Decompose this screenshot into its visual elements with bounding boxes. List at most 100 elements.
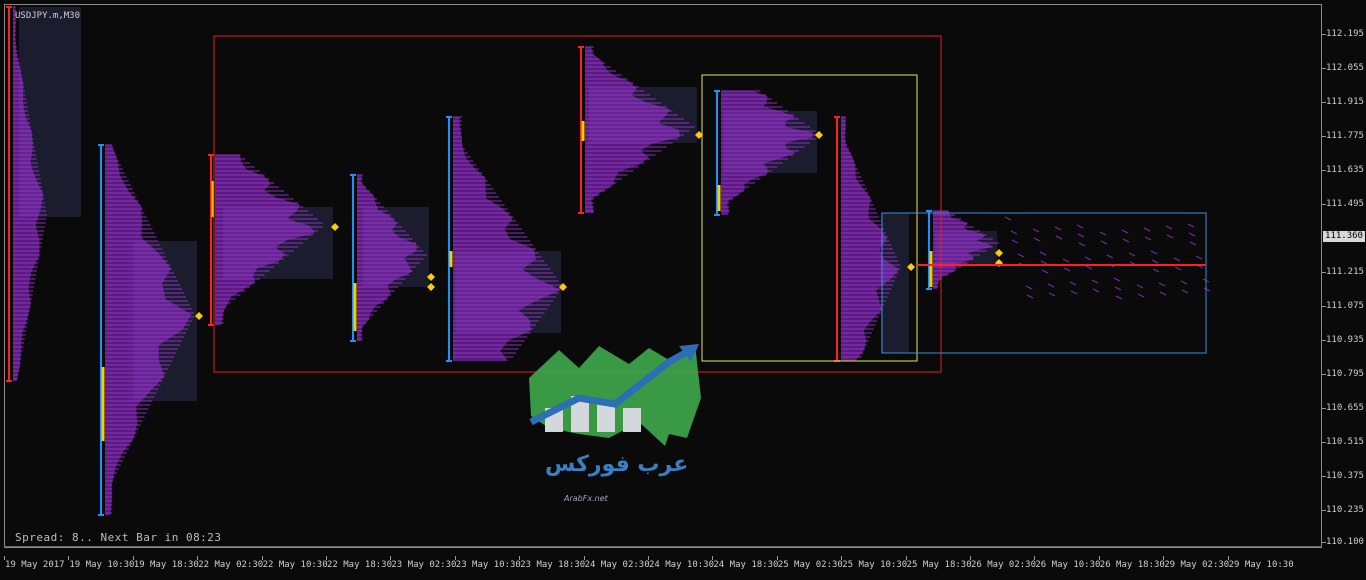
tpo-letter — [1076, 224, 1084, 229]
tpo-letter — [1203, 287, 1211, 292]
arabfx-logo-text: عرب فوركس — [545, 452, 689, 477]
tpo-letter — [1195, 255, 1203, 260]
tpo-letter — [1187, 223, 1195, 228]
tpo-letter — [1128, 252, 1136, 257]
time-label: 19 May 18:30 — [133, 560, 199, 570]
price-label: 111.215 — [1326, 267, 1364, 277]
arabfx-logo-icon — [529, 344, 701, 446]
tpo-letter — [1063, 267, 1071, 272]
tpo-letter — [1047, 283, 1055, 288]
time-label: 22 May 02:30 — [198, 560, 264, 570]
time-label: 25 May 02:30 — [777, 560, 843, 570]
tpo-letter — [1166, 234, 1174, 239]
price-label: 112.195 — [1326, 29, 1364, 39]
tpo-letter — [1048, 292, 1056, 297]
tpo-letter — [1069, 281, 1077, 286]
tpo-letter — [1174, 266, 1182, 271]
time-label: 29 May 02:30 — [1164, 560, 1230, 570]
price-label: 111.495 — [1326, 199, 1364, 209]
current-price-label: 111.360 — [1323, 231, 1365, 242]
time-label: 23 May 18:30 — [520, 560, 586, 570]
tpo-letter — [1159, 291, 1167, 296]
symbol-label: USDJPY.m,M30 — [15, 11, 81, 21]
tpo-letter — [1136, 284, 1144, 289]
time-label: 29 May 10:30 — [1228, 560, 1294, 570]
tpo-letter — [1137, 293, 1145, 298]
price-label: 110.935 — [1326, 335, 1364, 345]
tpo-letter — [1181, 289, 1189, 294]
arabfx-logo-url: ArabFx.net — [564, 494, 608, 503]
tpo-letter — [1010, 230, 1018, 235]
tpo-letter — [1062, 258, 1070, 263]
tpo-letter — [1180, 280, 1188, 285]
tpo-letter — [1078, 242, 1086, 247]
tpo-letter — [1114, 286, 1122, 291]
price-label: 111.915 — [1326, 97, 1364, 107]
tpo-letter — [1121, 229, 1129, 234]
tpo-letter — [1033, 237, 1041, 242]
time-label: 22 May 10:30 — [262, 560, 328, 570]
tpo-letter — [1165, 225, 1173, 230]
time-label: 19 May 2017 — [5, 560, 65, 570]
price-label: 110.515 — [1326, 437, 1364, 447]
tpo-letter — [1189, 241, 1197, 246]
tpo-letter — [1100, 240, 1108, 245]
tpo-letter — [1040, 260, 1048, 265]
tpo-letter — [1091, 279, 1099, 284]
tpo-letter — [1143, 227, 1151, 232]
price-label: 111.635 — [1326, 165, 1364, 175]
price-label: 111.075 — [1326, 301, 1364, 311]
time-label: 25 May 18:30 — [906, 560, 972, 570]
tpo-letter — [1084, 256, 1092, 261]
time-label: 25 May 10:30 — [842, 560, 908, 570]
tpo-letter — [1011, 239, 1019, 244]
tpo-letter — [1077, 233, 1085, 238]
tpo-profile — [585, 47, 680, 213]
time-label: 26 May 02:30 — [971, 560, 1037, 570]
time-label: 24 May 02:30 — [584, 560, 650, 570]
time-label: 26 May 18:30 — [1099, 560, 1165, 570]
time-axis[interactable]: 19 May 2017 19 May 10:30 19 May 18:30 22 Ma… — [0, 548, 1322, 580]
tpo-letter — [1144, 236, 1152, 241]
time-label: 23 May 10:30 — [455, 560, 521, 570]
tpo-letter — [1150, 250, 1158, 255]
tpo-letter — [1039, 251, 1047, 256]
tpo-letter — [1055, 235, 1063, 240]
price-label: 111.775 — [1326, 131, 1364, 141]
price-label: 110.655 — [1326, 403, 1364, 413]
price-axis[interactable]: 112.195 112.055 111.915 111.775 111.635 111.4… — [1322, 4, 1366, 548]
weekly-range-box-red — [213, 35, 942, 373]
tpo-letter — [1070, 290, 1078, 295]
tpo-letter — [1158, 282, 1166, 287]
tpo-letter — [1115, 295, 1123, 300]
tpo-letter — [1151, 259, 1159, 264]
tpo-letter — [1085, 265, 1093, 270]
time-label: 22 May 18:30 — [327, 560, 393, 570]
tpo-letter — [1122, 238, 1130, 243]
tpo-letter — [1054, 226, 1062, 231]
tpo-letter — [1041, 269, 1049, 274]
tpo-letter — [1032, 228, 1040, 233]
price-label: 110.235 — [1326, 505, 1364, 515]
price-label: 112.055 — [1326, 63, 1364, 73]
time-label: 19 May 10:30 — [69, 560, 135, 570]
tpo-letter — [1173, 257, 1181, 262]
tpo-letter — [1004, 216, 1012, 221]
tpo-letter — [1099, 231, 1107, 236]
time-label: 26 May 10:30 — [1035, 560, 1101, 570]
chart-window: USDJPY.m,M30 112.195 112.055 111.915 111.77… — [0, 0, 1366, 580]
price-label: 110.100 — [1326, 537, 1364, 547]
spread-status-text: Spread: 8.. Next Bar in 08:23 — [15, 531, 222, 544]
tpo-letter — [1106, 254, 1114, 259]
price-label: 110.375 — [1326, 471, 1364, 481]
tpo-letter — [1017, 253, 1025, 258]
tpo-letter — [1092, 288, 1100, 293]
tpo-letter — [1113, 277, 1121, 282]
price-label: 110.795 — [1326, 369, 1364, 379]
time-label: 24 May 18:30 — [713, 560, 779, 570]
time-label: 24 May 10:30 — [649, 560, 715, 570]
tpo-letter — [1026, 294, 1034, 299]
tpo-letter — [1152, 268, 1160, 273]
time-label: 23 May 02:30 — [391, 560, 457, 570]
tpo-letter — [1188, 232, 1196, 237]
